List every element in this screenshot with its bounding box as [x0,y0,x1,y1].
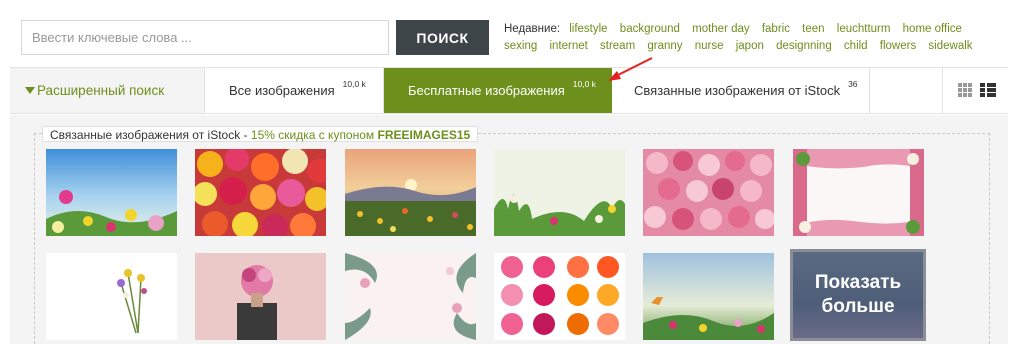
search-bar-area: ПОИСК Недавние: lifestyle background mot… [0,0,1024,66]
recent-link[interactable]: child [844,40,868,52]
recent-link[interactable]: stream [600,40,635,52]
recent-label: Недавние: [504,23,561,35]
advanced-search-label: Расширенный поиск [37,83,165,98]
thumb-wildflower-bouquet[interactable] [46,253,177,340]
recent-link[interactable]: designning [776,40,832,52]
recent-link[interactable]: fabric [762,23,790,35]
thumb-gerbera-set[interactable] [494,253,625,340]
istock-promo-label: Связанные изображения от iStock - 15% ск… [42,126,479,142]
tabs-bar: Расширенный поиск Все изображения 10,0 k… [10,67,1008,114]
recent-link[interactable]: lifestyle [569,23,607,35]
thumb-flower-frame[interactable] [793,149,924,236]
recent-link[interactable]: sidewalk [928,40,972,52]
thumb-butterfly-meadow[interactable] [643,253,774,340]
tab-label: Связанные изображения от iStock [634,83,841,98]
tab-istock-images[interactable]: Связанные изображения от iStock 36 [612,68,870,113]
advanced-search-button[interactable]: Расширенный поиск [10,68,205,113]
promo-code: FREEIMAGES15 [377,128,471,142]
recent-link[interactable]: nurse [695,40,724,52]
promo-text: Связанные изображения от iStock - [50,128,248,142]
grid-view-icon[interactable] [958,83,972,97]
thumb-colorful-gerberas[interactable] [195,149,326,236]
tab-label: Бесплатные изображения [408,83,565,98]
tab-count: 10,0 k [342,78,366,89]
promo-discount: 15% скидка с купоном [250,128,375,142]
tab-all-images[interactable]: Все изображения 10,0 k [205,68,384,113]
recent-link[interactable]: background [620,23,680,35]
recent-link[interactable]: home office [903,23,962,35]
thumb-pink-roses-wall[interactable] [643,149,774,236]
recent-link[interactable]: internet [549,40,587,52]
tab-count: 36 [848,78,858,89]
thumb-leaf-frame[interactable] [345,253,476,340]
list-view-icon[interactable] [980,83,996,97]
tab-label: Все изображения [229,83,335,98]
recent-link[interactable]: granny [647,40,682,52]
recent-link[interactable]: mother day [692,23,750,35]
recent-link[interactable]: japon [736,40,764,52]
tab-count: 10,0 k [572,78,596,89]
tab-free-images[interactable]: Бесплатные изображения 10,0 k [384,68,612,113]
thumb-wildflowers-sky[interactable] [46,149,177,236]
thumb-sunset-meadow[interactable] [345,149,476,236]
view-toggle [942,68,1008,113]
recent-link[interactable]: sexing [504,40,537,52]
thumb-woman-with-bouquet[interactable] [195,253,326,340]
thumb-green-meadow[interactable] [494,149,625,236]
show-more-button[interactable]: Показать больше [790,249,926,341]
filter-icon [25,87,35,94]
recent-searches: Недавние: lifestyle background mother da… [504,21,1004,55]
recent-link[interactable]: teen [802,23,824,35]
search-input[interactable] [21,20,389,55]
show-more-label: Показать больше [793,252,923,338]
recent-link[interactable]: leuchtturm [837,23,891,35]
recent-link[interactable]: flowers [880,40,916,52]
search-button[interactable]: ПОИСК [396,20,489,55]
